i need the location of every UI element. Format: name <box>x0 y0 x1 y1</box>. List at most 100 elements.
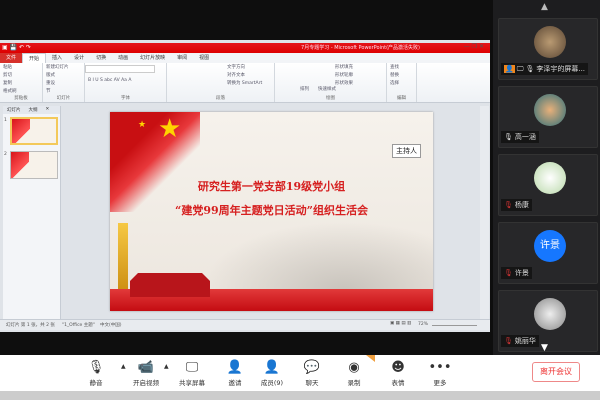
button-label: 录制 <box>347 379 361 387</box>
quick-access-toolbar[interactable]: ▣ 💾 ↶ ↷ <box>2 44 31 51</box>
smartart-button[interactable]: 转换为 SmartArt <box>167 79 274 87</box>
microphone-icon: 🎙 <box>504 133 513 141</box>
group-label: 编辑 <box>397 96 406 101</box>
tab-review[interactable]: 审阅 <box>171 53 193 63</box>
video-options-arrow[interactable]: ▲ <box>164 363 169 370</box>
mic-options-arrow[interactable]: ▲ <box>121 363 126 370</box>
button-label: 更多 <box>433 379 447 387</box>
participant-tile[interactable]: 🎙 杨康 <box>498 154 598 216</box>
status-bar: 幻灯片 第 1 张，共 2 张 "1_Office 主题" 中文(中国) ▣ ▦… <box>0 319 490 330</box>
arrange-button[interactable]: 排列 <box>297 85 312 93</box>
more-button[interactable]: ••• 更多 <box>420 360 460 387</box>
section-button[interactable]: 节 <box>43 87 84 95</box>
paste-button[interactable]: 粘贴 <box>0 63 42 71</box>
tab-outline[interactable]: 大纲 <box>25 106 42 114</box>
slide-canvas[interactable]: ★ ★ 研究生第一党支部19级党小组 “建党99周年主题党日活动”组织生活会 <box>110 112 433 311</box>
zoom-slider[interactable] <box>432 325 477 326</box>
replace-button[interactable]: 替换 <box>387 71 416 79</box>
slide-title-line2: “建党99周年主题党日活动”组织生活会 <box>175 204 368 217</box>
slide-thumbnail-2[interactable] <box>10 151 58 179</box>
button-label: 共享屏幕 <box>179 379 205 387</box>
window-title: 7月专题学习 - Microsoft PowerPoint(产品激活失败) <box>301 45 420 51</box>
flag-graphic <box>110 112 200 212</box>
slide-number: 2 <box>4 152 7 157</box>
button-label: 成员(9) <box>260 379 284 387</box>
participant-tile[interactable]: 🎙 姚丽华 <box>498 290 598 352</box>
cut-button[interactable]: 剪切 <box>0 71 42 79</box>
invite-button[interactable]: 👤 邀请 <box>215 360 255 387</box>
tab-home[interactable]: 开始 <box>22 53 47 63</box>
microphone-icon: 🎙 <box>87 360 105 375</box>
video-off-icon: 📹 <box>137 360 155 375</box>
shape-fill-button[interactable]: 形状填充 <box>275 63 386 71</box>
layout-button[interactable]: 版式 <box>43 71 84 79</box>
group-editing: 查找 替换 选择 编辑 <box>387 63 417 102</box>
select-button[interactable]: 选择 <box>387 79 416 87</box>
zoom-level[interactable]: 72% <box>418 322 428 327</box>
tab-slideshow[interactable]: 幻灯片放映 <box>134 53 171 63</box>
group-font: B I U S abc AV Aa A 字体 <box>85 63 167 102</box>
participant-name: 杨康 <box>514 201 529 209</box>
font-select[interactable] <box>85 65 155 73</box>
tiananmen-graphic <box>130 273 210 297</box>
format-painter-button[interactable]: 格式刷 <box>0 87 42 95</box>
group-slides: 新建幻灯片 版式 重设 节 幻灯片 <box>43 63 85 102</box>
taskbar-strip <box>0 391 600 400</box>
participant-tile[interactable]: 🎙 高一涵 <box>498 86 598 148</box>
find-button[interactable]: 查找 <box>387 63 416 71</box>
button-label: 静音 <box>89 379 103 387</box>
tab-transitions[interactable]: 切换 <box>90 53 112 63</box>
avatar <box>534 94 566 126</box>
start-video-button[interactable]: 📹 开启视频 <box>126 360 166 387</box>
tab-animations[interactable]: 动画 <box>112 53 134 63</box>
align-text-button[interactable]: 对齐文本 <box>167 71 274 79</box>
text-direction-button[interactable]: 文字方向 <box>167 63 274 71</box>
group-label: 段落 <box>216 96 225 101</box>
microphone-muted-icon: 🎙 <box>504 269 513 277</box>
microphone-muted-icon: 🎙 <box>504 201 513 209</box>
close-icon[interactable]: ✕ <box>42 106 54 114</box>
new-slide-button[interactable]: 新建幻灯片 <box>43 63 84 71</box>
participant-tile[interactable]: 👤 🖵 🎙 李泽宇的屏幕... <box>498 18 598 80</box>
scroll-up-icon[interactable]: ▲ <box>541 2 548 12</box>
members-icon: 👤 <box>263 360 281 375</box>
participant-name: 姚丽华 <box>514 337 536 345</box>
chat-icon: 💬 <box>303 360 321 375</box>
emoji-button[interactable]: ☻ 表情 <box>378 360 418 387</box>
pillar-graphic <box>118 223 128 293</box>
theme-name: "1_Office 主题" <box>62 323 95 328</box>
vertical-scrollbar[interactable] <box>480 106 489 319</box>
slide-thumbnail-1[interactable] <box>10 117 58 145</box>
tab-file[interactable]: 文件 <box>0 53 23 63</box>
meeting-toolbar: 🎙 静音 ▲ 📹 开启视频 ▲ 🖵 共享屏幕 👤 邀请 👤 成员(9) 💬 聊天 ◉ 录制 ☻… <box>0 355 600 391</box>
screen-share-icon: 🖵 <box>516 64 524 73</box>
tab-insert[interactable]: 插入 <box>46 53 68 63</box>
view-buttons[interactable]: ▣ ▦ ▤ ▥ <box>390 321 411 326</box>
window-controls[interactable]: — ❐ ✕ <box>464 43 484 50</box>
button-label: 开启视频 <box>133 379 159 387</box>
tab-slides[interactable]: 幻灯片 <box>3 106 25 114</box>
tab-design[interactable]: 设计 <box>68 53 90 63</box>
avatar <box>534 298 566 330</box>
reset-button[interactable]: 重设 <box>43 79 84 87</box>
language: 中文(中国) <box>100 323 122 328</box>
mountain-graphic <box>200 221 433 291</box>
avatar <box>534 162 566 194</box>
chat-button[interactable]: 💬 聊天 <box>292 360 332 387</box>
copy-button[interactable]: 复制 <box>0 79 42 87</box>
members-button[interactable]: 👤 成员(9) <box>252 360 292 387</box>
share-screen-button[interactable]: 🖵 共享屏幕 <box>172 360 212 387</box>
mute-button[interactable]: 🎙 静音 <box>76 360 116 387</box>
slide-number: 1 <box>4 118 7 123</box>
font-format-buttons[interactable]: B I U S abc AV Aa A <box>85 77 166 84</box>
participant-tile[interactable]: 许景 🎙 许景 <box>498 222 598 284</box>
shape-outline-button[interactable]: 形状轮廓 <box>275 71 386 79</box>
leave-meeting-button[interactable]: 离开会议 <box>532 362 580 382</box>
scroll-down-icon[interactable]: ▼ <box>541 343 548 353</box>
microphone-icon: 🎙 <box>525 65 535 73</box>
record-button[interactable]: ◉ 录制 <box>334 360 374 387</box>
tab-view[interactable]: 视图 <box>193 53 215 63</box>
participant-panel: ▲ 👤 🖵 🎙 李泽宇的屏幕... 🎙 高一涵 🎙 杨康 许景 🎙 许景 🎙 姚丽华 ▼ <box>493 0 600 355</box>
ribbon-tabs: 文件 开始 插入 设计 切换 动画 幻灯片放映 审阅 视图 <box>0 53 490 63</box>
quick-styles-button[interactable]: 快速样式 <box>315 85 339 93</box>
